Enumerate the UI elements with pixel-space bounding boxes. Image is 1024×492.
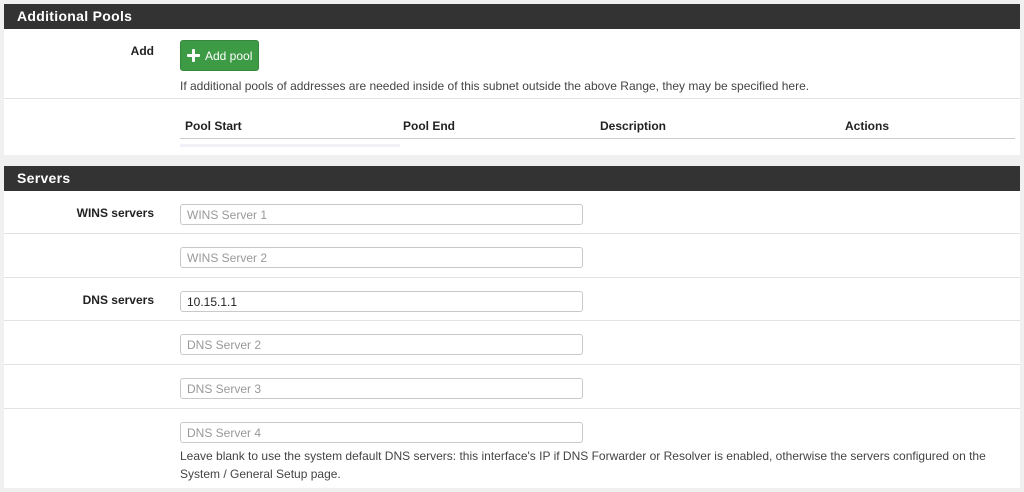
col-description: Description <box>600 119 667 133</box>
servers-header: Servers <box>4 166 1020 191</box>
col-pool-start: Pool Start <box>185 119 242 133</box>
wins-server-2-input[interactable] <box>180 247 583 268</box>
dns-server-2-row <box>4 321 1020 365</box>
col-pool-end: Pool End <box>403 119 455 133</box>
dns-server-4-input[interactable] <box>180 422 583 443</box>
table-header-divider <box>180 138 1015 139</box>
additional-pools-help: If additional pools of addresses are nee… <box>180 79 810 93</box>
servers-panel: Servers WINS servers DNS servers Leave b… <box>4 166 1020 488</box>
wins-server-1-input[interactable] <box>180 204 583 225</box>
dns-server-1-row: DNS servers <box>4 278 1020 321</box>
dns-server-3-input[interactable] <box>180 378 583 399</box>
dns-servers-label: DNS servers <box>82 293 154 307</box>
plus-icon <box>187 49 200 62</box>
additional-pools-header: Additional Pools <box>4 4 1020 29</box>
add-pool-button[interactable]: Add pool <box>180 40 259 71</box>
dns-server-2-input[interactable] <box>180 334 583 355</box>
additional-pools-panel: Additional Pools Add Add pool If additio… <box>4 4 1020 155</box>
table-empty-row <box>180 144 400 147</box>
add-pool-row: Add Add pool If additional pools of addr… <box>4 29 1020 99</box>
col-actions: Actions <box>845 119 890 133</box>
wins-server-2-row <box>4 234 1020 278</box>
dns-servers-help: Leave blank to use the system default DN… <box>180 449 986 481</box>
dns-server-4-row: Leave blank to use the system default DN… <box>4 409 1020 488</box>
wins-servers-label: WINS servers <box>76 206 154 220</box>
pool-table: Pool Start Pool End Description Actions <box>4 99 1020 155</box>
dns-server-3-row <box>4 365 1020 409</box>
add-pool-button-label: Add pool <box>205 48 253 63</box>
add-label: Add <box>130 44 154 58</box>
dns-server-1-input[interactable] <box>180 291 583 312</box>
wins-server-1-row: WINS servers <box>4 191 1020 234</box>
